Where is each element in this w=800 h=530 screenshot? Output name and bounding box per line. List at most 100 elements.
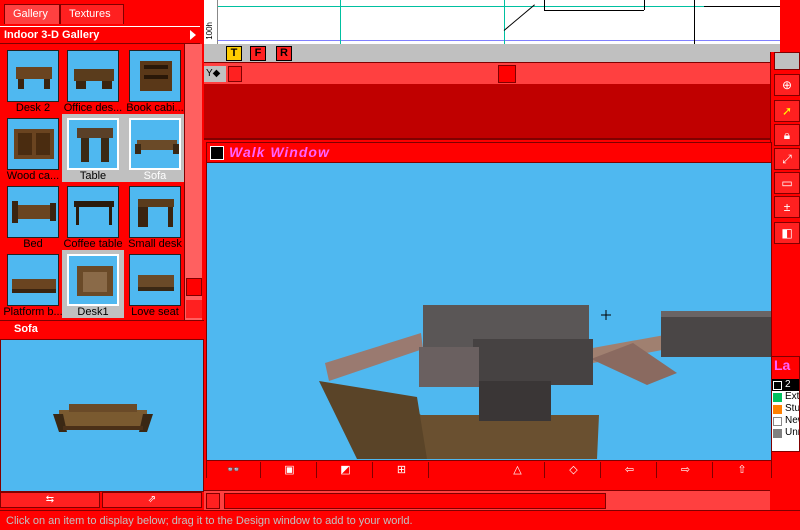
gallery-scrollbar[interactable] [184,44,202,320]
design-wall [544,0,545,10]
3d-scene [319,305,771,459]
gallery-bottom-buttons: ⇆ ⇗ [0,492,204,508]
item-label: Book cabi... [126,102,184,114]
y-axis-display: Y◆ [204,66,226,82]
walk-view-button[interactable]: ▣ [263,462,317,478]
item-label: Wood ca... [6,170,60,182]
walk-window-icon [210,146,224,160]
gallery-item-office-desk[interactable]: Office des... [62,46,124,114]
tab-textures[interactable]: Textures [60,4,124,24]
gallery-item-love-seat[interactable]: Love seat [124,250,186,318]
vertical-ruler: 100h [204,0,218,44]
design-window[interactable]: 100h [204,0,780,44]
gallery-item-book-cabinet[interactable]: Book cabi... [124,46,186,114]
gallery-item-sofa[interactable]: Sofa [124,114,186,182]
pointer-icon[interactable]: ➚ [774,100,800,122]
bed-thumbnail [7,186,59,238]
walk-look-button[interactable]: 👓 [207,462,261,478]
3d-viewport[interactable] [207,163,771,459]
right-block [661,315,771,357]
table-thumbnail [67,118,119,170]
design-gridline [218,40,780,41]
walk-forward-button[interactable]: ⇧ [715,462,769,478]
gallery-item-bed[interactable]: Bed [2,182,64,250]
gallery-open-button[interactable]: ⇗ [102,492,202,508]
layer-label: Stu [785,403,799,414]
layer-row[interactable]: Unn [771,427,799,439]
item-label: Coffee table [63,238,123,250]
zoom-icon[interactable]: ⊕ [774,74,800,96]
walk-left-button[interactable]: ⇦ [603,462,657,478]
walk-up-button[interactable]: △ [491,462,545,478]
workspace-background [204,84,780,140]
status-text: Click on an item to display below; drag … [6,515,413,527]
walk-turn-button[interactable]: ◇ [547,462,601,478]
rectangle-icon[interactable]: ▭ [774,172,800,194]
design-toolbar: T F R [204,44,780,62]
gallery-category-select[interactable]: Indoor 3-D Gallery [0,26,200,44]
layer-row[interactable]: 2 [771,379,799,391]
scrollbar-thumb[interactable] [186,278,202,296]
scrollbar-thumb[interactable] [498,65,516,83]
lock-icon[interactable]: 🔒︎ [774,124,800,146]
scrollbar-thumb[interactable] [224,493,606,509]
design-toolbar-filler [300,44,780,62]
design-wall [544,10,644,11]
gallery-item-platform-bed[interactable]: Platform b... [2,250,64,318]
preview-title: Sofa [0,320,204,338]
front-view-button[interactable]: F [250,46,266,61]
layers-panel: La 2 Ext Stu New Unn [770,356,800,452]
walk-window: Walk Window 👓 ▣ ◩ ⊞ △ ◇ ⇦ ⇨ ⇧ [206,142,772,478]
design-gridline [340,0,341,44]
scroll-down-arrow[interactable] [186,300,202,318]
cabinet-thumbnail [129,50,181,102]
walk-grid-button[interactable]: ⊞ [375,462,429,478]
design-wall [503,4,535,31]
right-toolbar: ⊕ ➚ 🔒︎ ⤢ ▭ ± ◧ [770,52,800,248]
item-label: Desk 2 [15,102,51,114]
layer-row[interactable]: Ext [771,391,799,403]
layer-row[interactable]: Stu [771,403,799,415]
gallery-item-wood-cabinet[interactable]: Wood ca... [2,114,64,182]
walk-window-titlebar[interactable]: Walk Window [207,143,771,163]
gallery-view-button[interactable]: ⇆ [0,492,100,508]
item-label: Love seat [131,306,179,318]
gallery-item-small-desk[interactable]: Small desk [124,182,186,250]
right-view-button[interactable]: R [276,46,292,61]
layer-row[interactable]: New [771,415,799,427]
layer-label: New [785,415,799,426]
top-view-button[interactable]: T [226,46,242,61]
ramp [319,381,427,459]
scroll-left-arrow[interactable] [206,493,220,509]
workspace-horizontal-scrollbar[interactable] [204,490,770,510]
gallery-grid: Desk 2 Office des... Book cabi... Wood c… [0,44,186,320]
ruler-label: 100h [205,22,214,40]
item-label: Sofa [143,170,167,182]
desk-thumbnail [67,50,119,102]
layer-icon[interactable]: ◧ [774,222,800,244]
walk-window-title: Walk Window [229,144,330,160]
gallery-item-coffee-table[interactable]: Coffee table [62,182,124,250]
walk-camera-button[interactable]: ◩ [319,462,373,478]
walk-toolbar: 👓 ▣ ◩ ⊞ △ ◇ ⇦ ⇨ ⇧ [207,460,771,478]
tab-gallery[interactable]: Gallery [4,4,60,24]
layers-title: La [771,357,799,379]
toolbar-header [774,52,800,70]
chevron-right-icon[interactable] [190,30,196,40]
gallery-item-desk-2[interactable]: Desk 2 [2,46,64,114]
scroll-left-arrow[interactable] [228,66,242,82]
item-preview [0,339,204,492]
wall-left [325,333,423,381]
walk-right-button[interactable]: ⇨ [659,462,713,478]
add-remove-icon[interactable]: ± [774,196,800,218]
sofa-thumbnail [129,254,181,306]
desk-thumbnail [129,186,181,238]
item-label: Platform b... [3,306,63,318]
gallery-item-desk1[interactable]: Desk1 [62,250,124,318]
desk-thumbnail [67,254,119,306]
rotate-icon[interactable]: ⤢ [774,148,800,170]
design-horizontal-scrollbar[interactable]: Y◆ [204,62,780,84]
gallery-item-table[interactable]: Table [62,114,124,182]
sofa-thumbnail [129,118,181,170]
item-label: Office des... [63,102,123,114]
